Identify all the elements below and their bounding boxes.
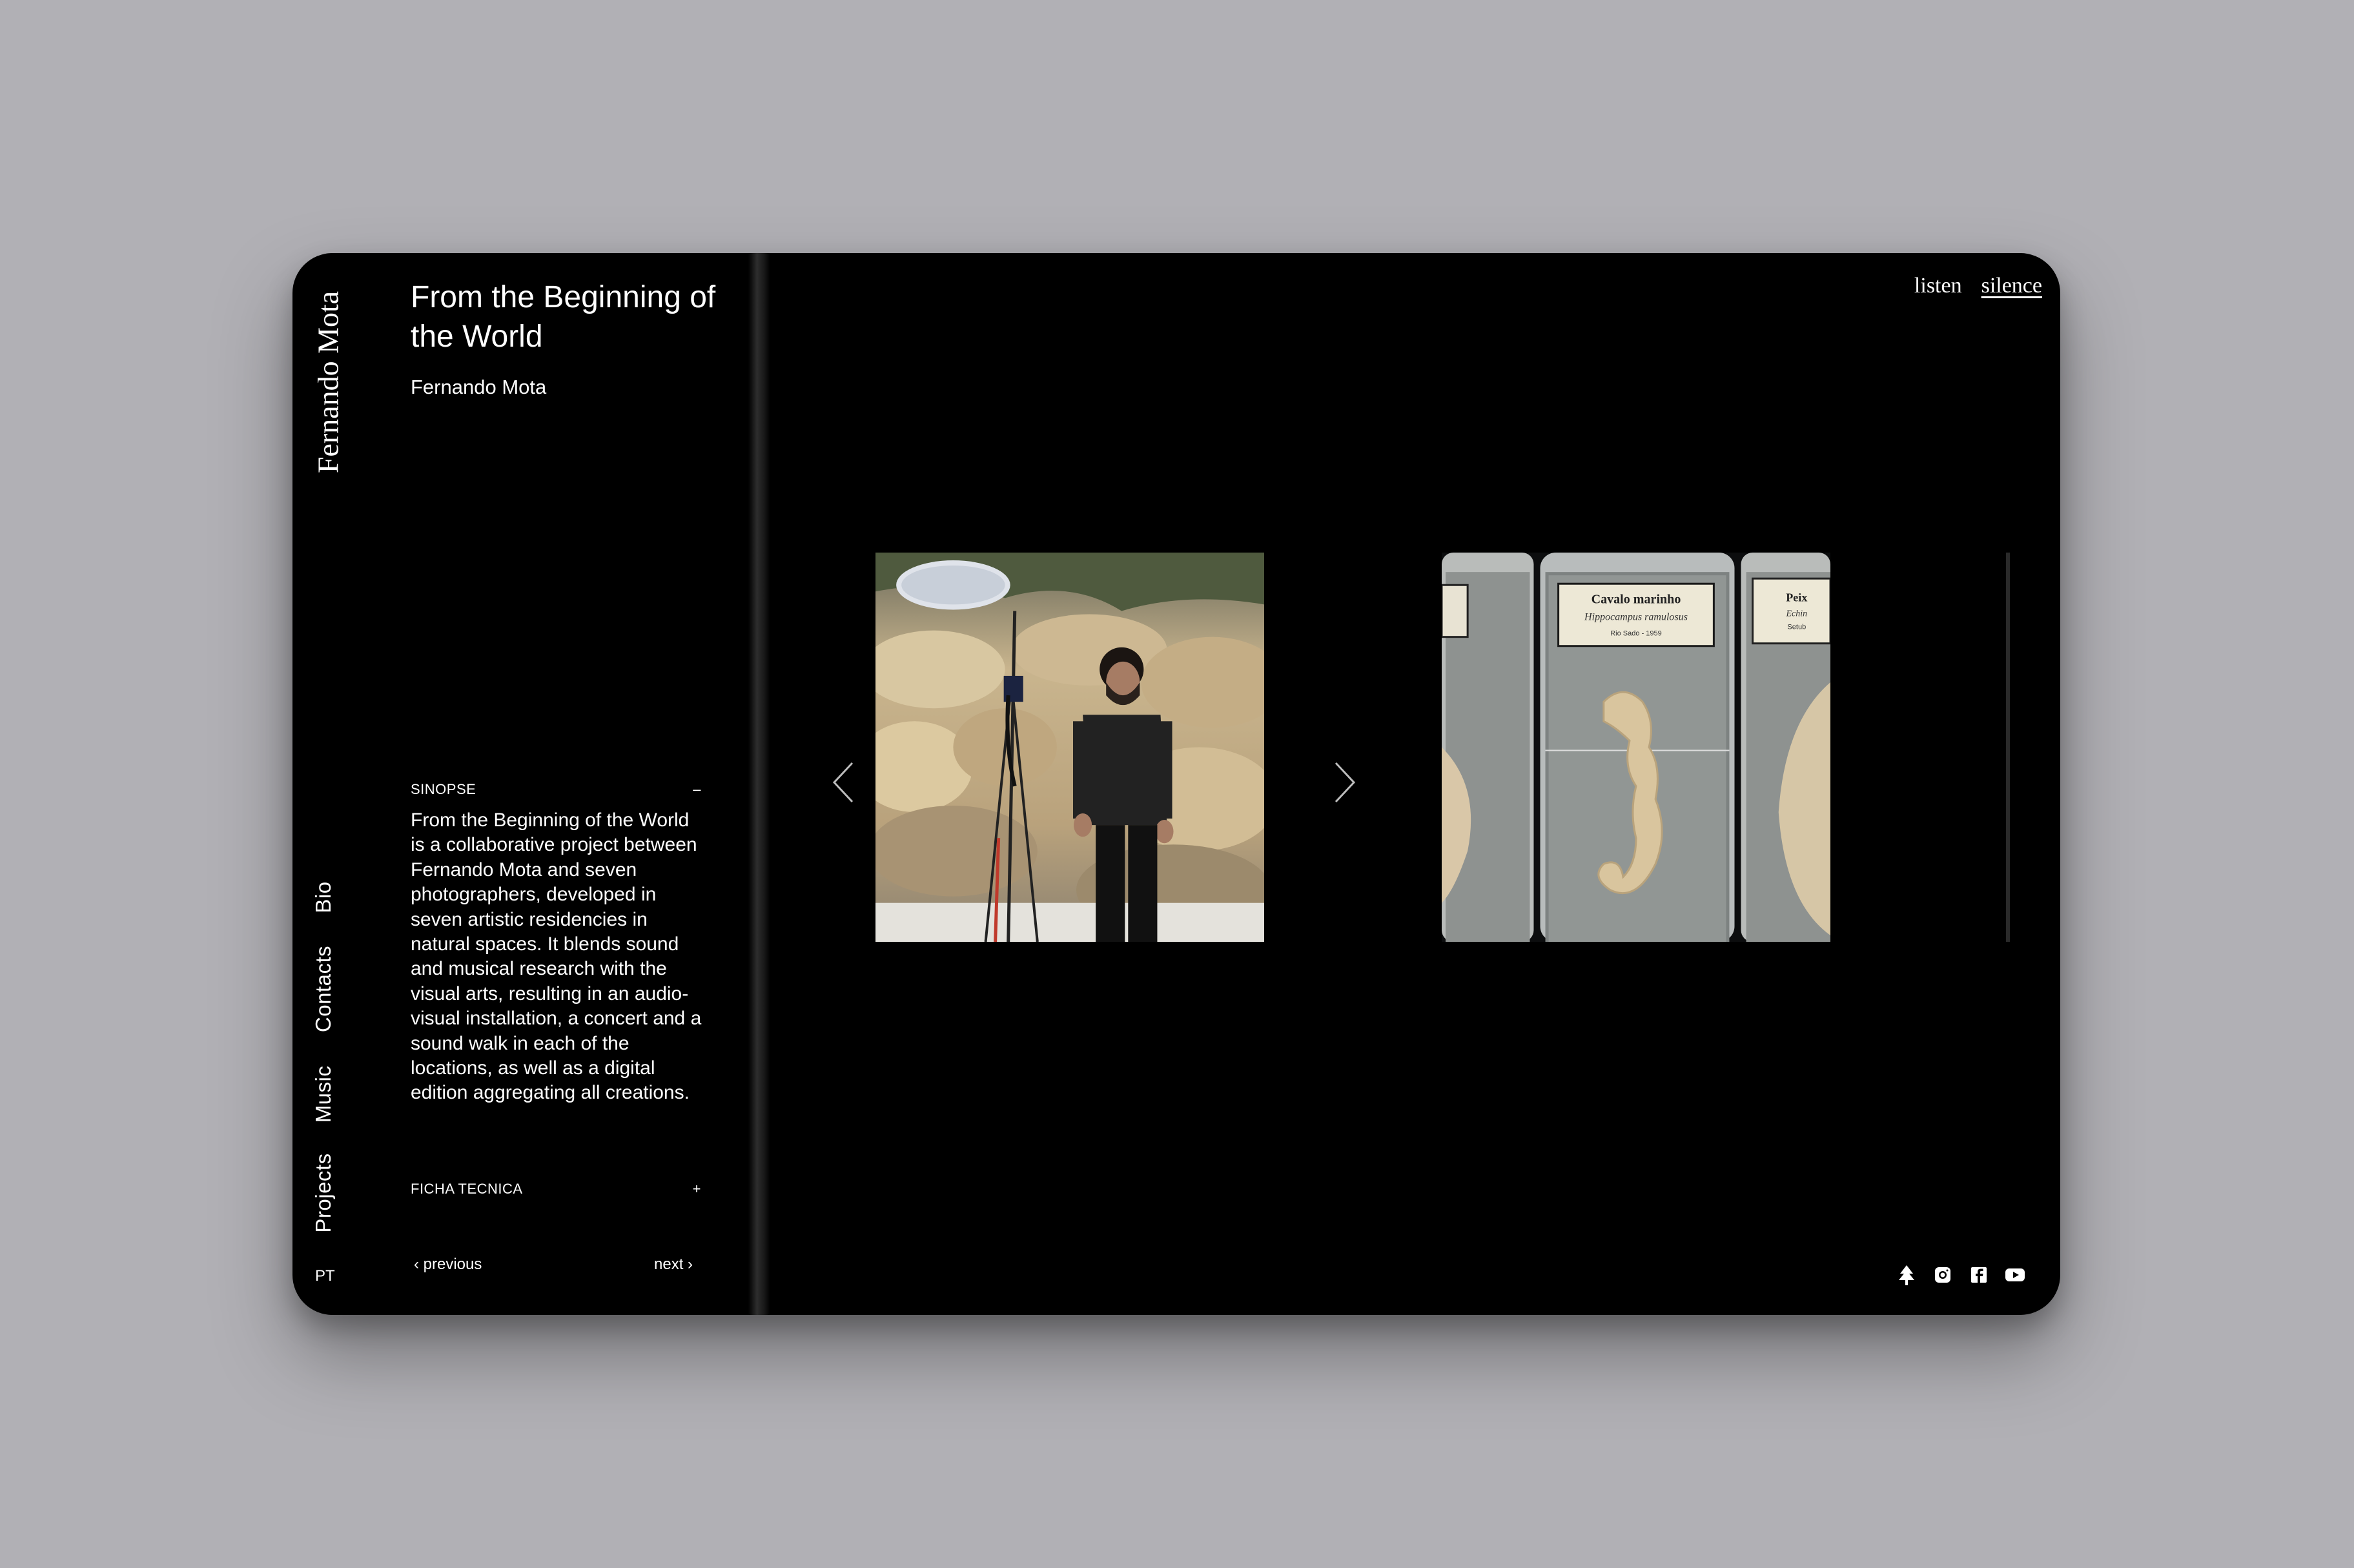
jar-label-place: Rio Sado - 1959 — [1610, 630, 1662, 638]
youtube-link[interactable] — [2003, 1263, 2027, 1287]
chevron-right-icon — [1335, 762, 1356, 803]
side-jar-label-place: Setub — [1787, 624, 1806, 631]
nav-music[interactable]: Music — [311, 1066, 336, 1123]
sinopse-text: From the Beginning of the World is a col… — [411, 809, 702, 1104]
gallery-next-arrow[interactable] — [1325, 757, 1364, 808]
linktree-icon — [1899, 1265, 1914, 1285]
listen-link[interactable]: listen — [1914, 274, 1962, 298]
nav-contacts[interactable]: Contacts — [311, 946, 336, 1032]
facebook-link[interactable] — [1967, 1263, 1991, 1287]
gallery-prev-arrow[interactable] — [824, 757, 863, 808]
photo-recordist-image — [875, 553, 1264, 942]
gallery-photo-seahorse[interactable]: Cavalo marinho Hippocampus ramulosus Rio… — [1442, 553, 1830, 942]
side-jar-label-species: Echin — [1785, 608, 1807, 618]
audio-links: listen silence — [1914, 274, 2042, 298]
next-link[interactable]: next › — [654, 1256, 693, 1274]
project-author: Fernando Mota — [411, 376, 547, 398]
instagram-link[interactable] — [1931, 1263, 1954, 1287]
previous-link[interactable]: ‹ previous — [414, 1256, 482, 1274]
sinopse-header[interactable]: SINOPSE – — [411, 781, 701, 798]
jar-label-species: Hippocampus ramulosus — [1584, 612, 1688, 623]
project-title: From the Beginning of the World — [411, 280, 716, 354]
nav-projects[interactable]: Projects — [311, 1153, 336, 1232]
social-links — [1895, 1263, 2027, 1287]
expand-toggle[interactable]: + — [693, 1181, 701, 1197]
side-jar-label-title: Peix — [1786, 591, 1807, 604]
device-frame: Fernando Mota Bio Contacts Music Project… — [292, 253, 2060, 1315]
youtube-icon — [2005, 1268, 2025, 1281]
instagram-icon — [1935, 1267, 1950, 1283]
chevron-left-icon — [832, 762, 854, 803]
facebook-icon — [1971, 1267, 1987, 1283]
gallery-photo-next-edge — [2006, 553, 2010, 942]
ficha-heading: FICHA TECNICA — [411, 1181, 523, 1197]
photo-seahorse-image: Cavalo marinho Hippocampus ramulosus Rio… — [1442, 553, 1830, 942]
jar-label-title: Cavalo marinho — [1592, 592, 1681, 606]
sinopse-heading: SINOPSE — [411, 781, 476, 797]
language-switch[interactable]: PT — [315, 1267, 335, 1285]
collapse-toggle[interactable]: – — [693, 781, 701, 798]
ficha-header[interactable]: FICHA TECNICA + — [411, 1181, 701, 1197]
linktree-link[interactable] — [1895, 1263, 1918, 1287]
nav-bio[interactable]: Bio — [311, 881, 336, 913]
panel-divider — [748, 253, 770, 1315]
silence-link[interactable]: silence — [1981, 274, 2042, 298]
gallery-photo-recordist[interactable] — [875, 553, 1264, 942]
brand-name[interactable]: Fernando Mota — [311, 291, 345, 473]
